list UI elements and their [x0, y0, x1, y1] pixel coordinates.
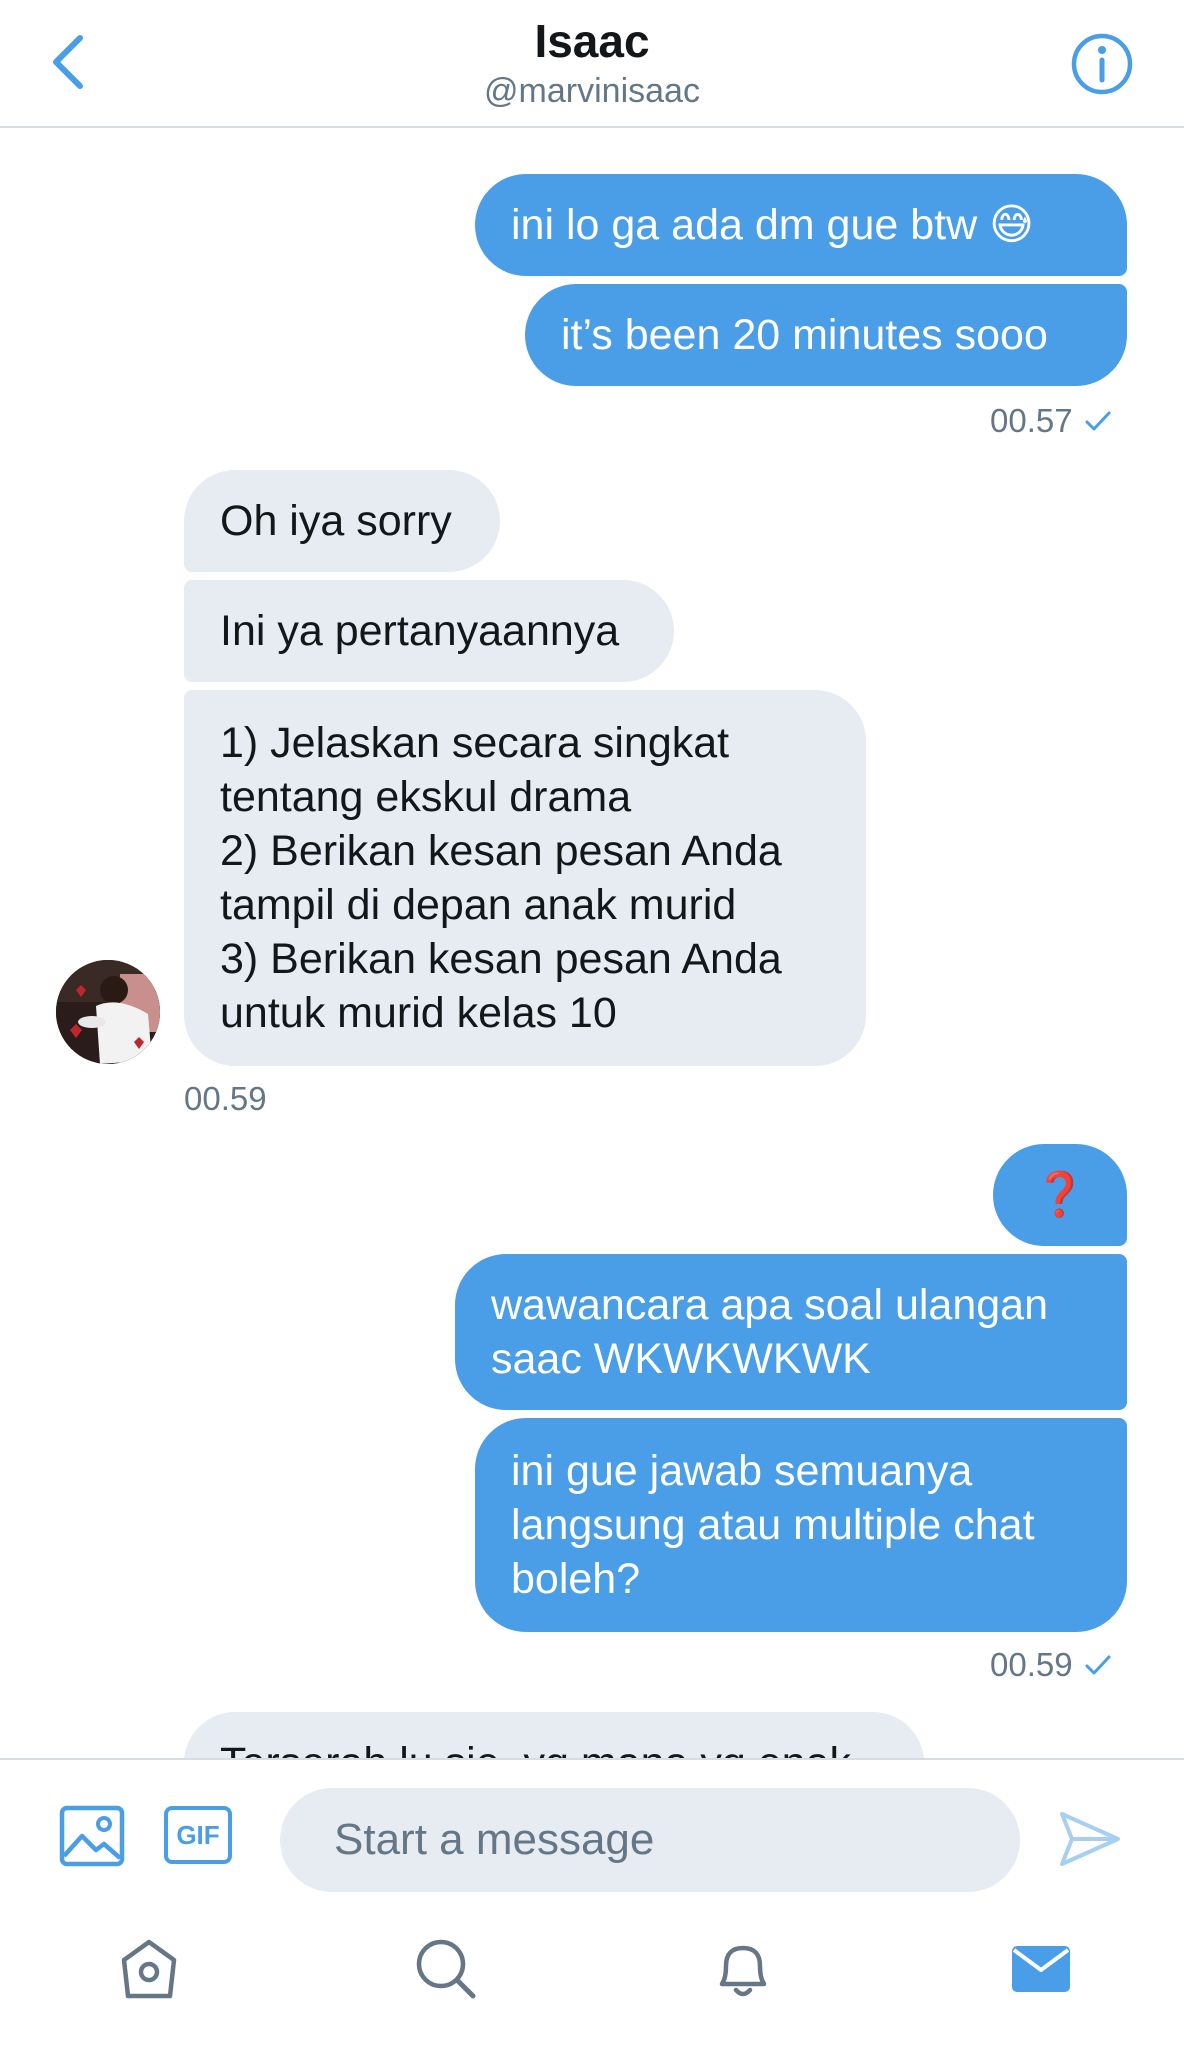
bell-icon — [719, 1945, 767, 1997]
message-bubble-outgoing[interactable]: wawancara apa soal ulangan saac WKWKWKWK — [455, 1254, 1127, 1410]
home-icon — [121, 1939, 177, 1999]
search-icon — [416, 1939, 476, 1999]
message-bubble-outgoing[interactable]: it’s been 20 minutes sooo — [525, 284, 1127, 386]
image-icon — [59, 1805, 125, 1867]
conversation-title[interactable]: Isaac — [0, 14, 1184, 68]
message-text: wawancara apa soal ulangan saac WKWKWKWK — [491, 1281, 1049, 1383]
message-text: ini lo ga ada dm gue btw 😅 — [511, 201, 1034, 249]
message-bubble-outgoing[interactable]: ini gue jawab semuanya langsung atau mul… — [475, 1418, 1127, 1632]
tab-notifications[interactable] — [710, 1936, 776, 2002]
message-text: it’s been 20 minutes sooo — [561, 311, 1048, 359]
tab-bar — [0, 1914, 1184, 2048]
message-text: Ini ya pertanyaannya — [220, 607, 620, 655]
info-icon — [1071, 33, 1133, 95]
message-composer: GIF — [0, 1758, 1184, 1916]
tab-search[interactable] — [413, 1936, 479, 2002]
gif-button[interactable]: GIF — [164, 1806, 232, 1864]
send-button[interactable] — [1058, 1808, 1122, 1870]
timestamp-text: 00.59 — [990, 1646, 1073, 1683]
tab-home[interactable] — [116, 1936, 182, 2002]
checkmark-icon — [1085, 411, 1111, 431]
message-text: 1) Jelaskan secara singkat tentang eksku… — [220, 719, 782, 1037]
message-bubble-outgoing[interactable]: ❓ — [993, 1144, 1127, 1246]
message-bubble-incoming[interactable]: Terserah lu sie, yg mana yg enak — [184, 1712, 924, 1758]
message-input[interactable] — [280, 1788, 1020, 1892]
mail-icon — [1012, 1946, 1070, 1992]
avatar-photo — [56, 960, 160, 1064]
image-button[interactable] — [58, 1804, 126, 1868]
message-text: Terserah lu sie, yg mana yg enak — [220, 1736, 851, 1758]
timestamp-text: 00.57 — [990, 402, 1073, 439]
message-timestamp: 00.59 — [184, 1080, 267, 1118]
send-icon — [1060, 1812, 1120, 1866]
message-timestamp: 00.57 — [990, 402, 1111, 440]
timestamp-text: 00.59 — [184, 1080, 267, 1117]
message-thread[interactable]: ini lo ga ada dm gue btw 😅 it’s been 20 … — [0, 128, 1184, 1758]
message-text: ❓ — [1033, 1171, 1087, 1219]
avatar[interactable] — [56, 960, 160, 1064]
message-bubble-incoming[interactable]: Ini ya pertanyaannya — [184, 580, 674, 682]
conversation-header: Isaac @marvinisaac — [0, 0, 1184, 128]
message-bubble-incoming[interactable]: Oh iya sorry — [184, 470, 500, 572]
conversation-handle: @marvinisaac — [484, 72, 700, 110]
message-timestamp: 00.59 — [990, 1646, 1111, 1684]
info-button[interactable] — [1070, 32, 1134, 96]
checkmark-icon — [1085, 1655, 1111, 1675]
message-text: Oh iya sorry — [220, 497, 452, 545]
message-bubble-outgoing[interactable]: ini lo ga ada dm gue btw 😅 — [475, 174, 1127, 276]
message-text: ini gue jawab semuanya langsung atau mul… — [511, 1447, 1035, 1603]
message-bubble-incoming[interactable]: 1) Jelaskan secara singkat tentang eksku… — [184, 690, 866, 1066]
tab-messages[interactable] — [1008, 1936, 1074, 2002]
